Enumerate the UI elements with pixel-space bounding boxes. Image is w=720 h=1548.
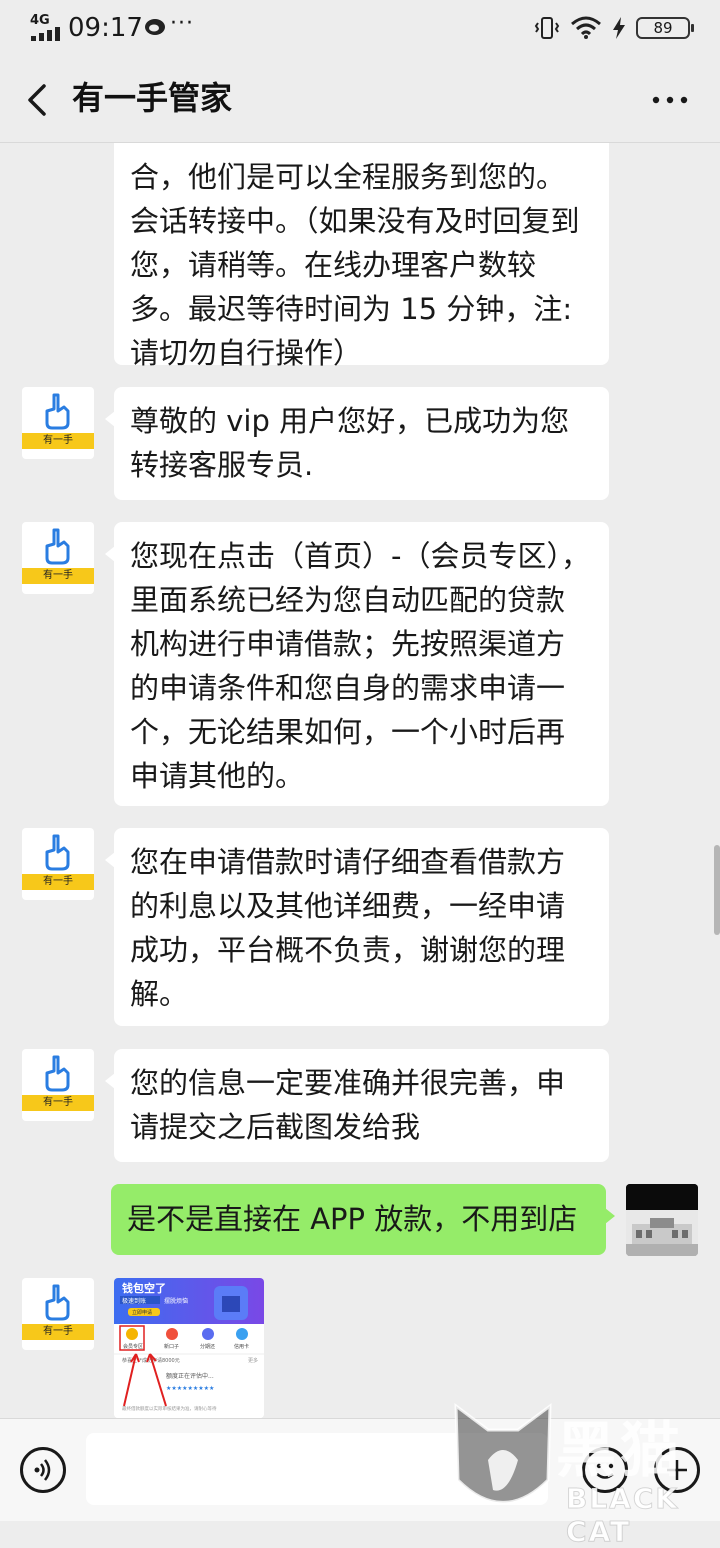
- message-text: 合，他们是可以全程服务到您的。会话转接中。（如果没有及时回复到您，请稍等。在线办…: [130, 160, 580, 370]
- more-functions-button[interactable]: [654, 1447, 700, 1493]
- more-notifications-icon: ···: [170, 11, 194, 36]
- message-text: 您现在点击（首页）-（会员专区），里面系统已经为您自动匹配的贷款机构进行申请借款…: [130, 539, 590, 793]
- thumb-icon-label: 分期还: [200, 1343, 215, 1350]
- my-message-bubble[interactable]: 是不是直接在 APP 放款，不用到店: [111, 1184, 615, 1255]
- more-options-icon[interactable]: [650, 86, 690, 114]
- hand-icon: [45, 1055, 70, 1092]
- voice-input-button[interactable]: [20, 1447, 66, 1493]
- message-text: 尊敬的 vip 用户您好，已成功为您转接客服专员.: [130, 404, 570, 482]
- avatar[interactable]: 有一手: [22, 1278, 94, 1350]
- building-photo-icon: [626, 1184, 698, 1256]
- message-bubble[interactable]: 尊敬的 vip 用户您好，已成功为您转接客服专员.: [105, 387, 609, 500]
- message-bubble[interactable]: 您在申请借款时请仔细查看借款方的利息以及其他详细费，一经申请成功，平台概不负责，…: [105, 828, 609, 1026]
- thumb-status: 额度正在评估中...: [166, 1372, 214, 1380]
- message-text: 您的信息一定要准确并很完善，申请提交之后截图发给我: [130, 1066, 566, 1144]
- network-type: 4G: [30, 13, 50, 28]
- voice-icon: [34, 1459, 51, 1481]
- hand-icon: [45, 393, 70, 430]
- avatar[interactable]: 有一手: [22, 387, 94, 459]
- charging-icon: [613, 17, 625, 39]
- vibrate-icon: [534, 17, 560, 39]
- thumb-footer: 最终借款额度以实际审核结果为准，请耐心等待: [122, 1405, 217, 1412]
- avatar[interactable]: 有一手: [22, 522, 94, 594]
- avatar-label: 有一手: [22, 568, 94, 584]
- battery-level: 89: [653, 19, 673, 37]
- message-input[interactable]: [86, 1433, 548, 1505]
- clock: 09:17: [68, 13, 143, 43]
- app-screenshot-image: 钱包空了 极速到账 摆脱烦恼 立即申请 会员专区 新口子 分期还 信用卡 恭喜王…: [114, 1278, 264, 1418]
- thumb-stars: ★★★★★★★★★: [166, 1385, 214, 1392]
- image-message[interactable]: 钱包空了 极速到账 摆脱烦恼 立即申请 会员专区 新口子 分期还 信用卡 恭喜王…: [114, 1278, 264, 1418]
- emoji-button[interactable]: [582, 1447, 628, 1493]
- thumb-notice-more: 更多: [248, 1357, 258, 1364]
- hand-icon: [45, 528, 70, 565]
- message-text: 您在申请借款时请仔细查看借款方的利息以及其他详细费，一经申请成功，平台概不负责，…: [130, 845, 566, 1011]
- message-text: 是不是直接在 APP 放款，不用到店: [127, 1202, 578, 1236]
- hand-icon: [45, 1284, 70, 1321]
- thumb-banner-title: 钱包空了: [122, 1281, 166, 1295]
- chat-header: 有一手管家: [0, 56, 720, 143]
- avatar-label: 有一手: [22, 1324, 94, 1340]
- avatar[interactable]: 有一手: [22, 828, 94, 900]
- thumb-banner-button: 立即申请: [132, 1309, 152, 1316]
- back-arrow-icon[interactable]: [20, 80, 56, 120]
- avatar-label: 有一手: [22, 874, 94, 890]
- message-list[interactable]: 合，他们是可以全程服务到您的。会话转接中。（如果没有及时回复到您，请稍等。在线办…: [0, 143, 720, 1418]
- hand-icon: [45, 834, 70, 871]
- scrollbar[interactable]: [714, 845, 720, 935]
- avatar[interactable]: 有一手: [22, 1049, 94, 1121]
- avatar-label: 有一手: [22, 433, 94, 449]
- battery-indicator: 89: [636, 17, 694, 39]
- input-bar: [0, 1418, 720, 1521]
- message-bubble[interactable]: 您现在点击（首页）-（会员专区），里面系统已经为您自动匹配的贷款机构进行申请借款…: [105, 522, 609, 806]
- thumb-icon-label: 信用卡: [234, 1343, 249, 1350]
- emoji-icon: [596, 1463, 614, 1479]
- status-bar: 4G 09:17 ··· 89: [0, 0, 720, 56]
- avatar-label: 有一手: [22, 1095, 94, 1111]
- weibo-icon: [145, 19, 165, 35]
- thumb-icon-label: 会员专区: [123, 1343, 143, 1350]
- thumb-banner-sub1: 极速到账: [122, 1297, 146, 1305]
- chat-title: 有一手管家: [72, 79, 233, 117]
- my-avatar[interactable]: [626, 1184, 698, 1256]
- wifi-icon: [571, 16, 601, 39]
- signal-icon: [31, 27, 60, 41]
- plus-icon: [667, 1460, 687, 1480]
- status-right: 89: [534, 14, 694, 42]
- message-bubble[interactable]: 您的信息一定要准确并很完善，申请提交之后截图发给我: [105, 1049, 609, 1162]
- message-bubble[interactable]: 合，他们是可以全程服务到您的。会话转接中。（如果没有及时回复到您，请稍等。在线办…: [114, 143, 609, 370]
- thumb-banner-sub2: 摆脱烦恼: [164, 1297, 188, 1305]
- thumb-icon-label: 新口子: [164, 1343, 179, 1350]
